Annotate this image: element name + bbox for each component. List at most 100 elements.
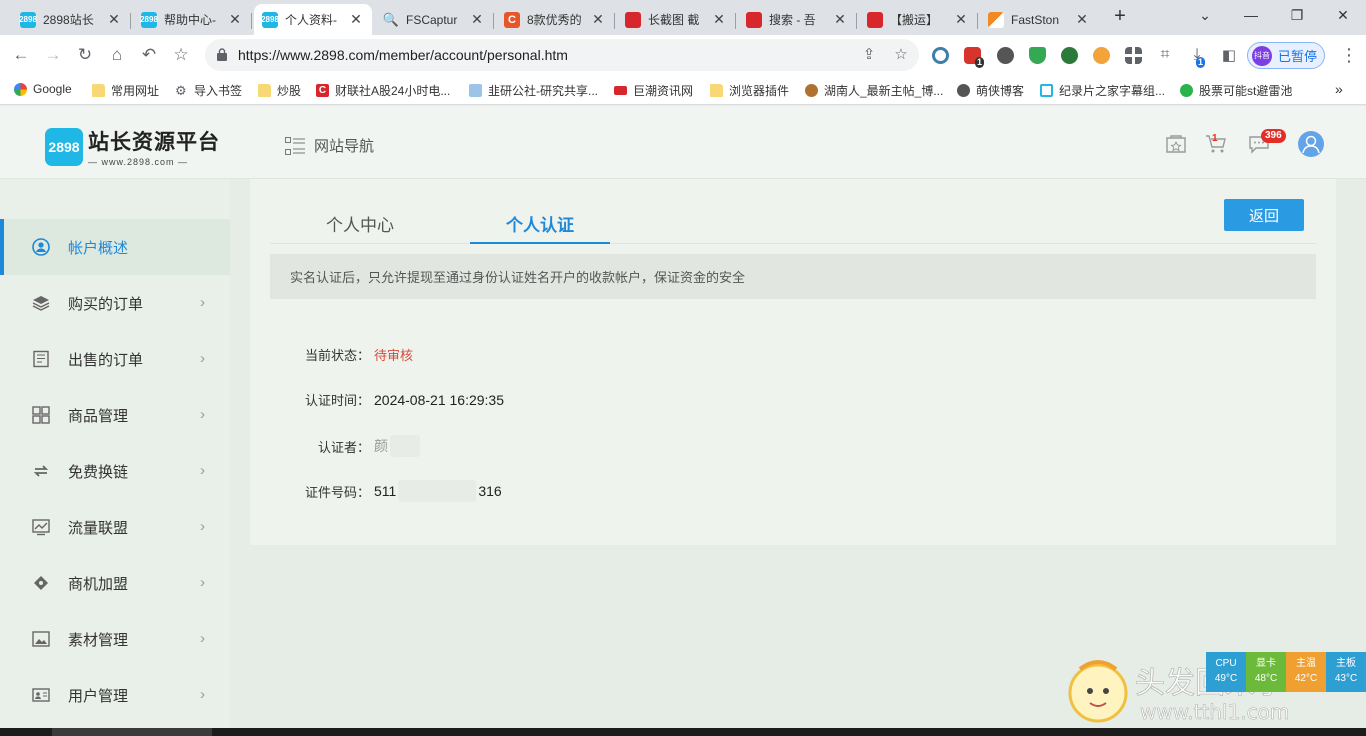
wechat-icon (1180, 84, 1193, 97)
bookmark-item[interactable]: 浏览器插件 (710, 82, 789, 99)
site-logo[interactable]: 2898 站长资源平台 — www.2898.com — (45, 126, 220, 167)
sidebar: 帐户概述 购买的订单 › 出售的订单 › 商品管理 › 免费换链 › 流量联盟 › 商机加… (0, 179, 230, 728)
site-header: 2898 站长资源平台 — www.2898.com — 网站导航 1 396 (0, 106, 1366, 179)
shield-extension-icon[interactable] (1029, 47, 1046, 64)
close-tab-icon[interactable]: ✕ (590, 11, 606, 28)
back-arrow-icon[interactable]: ← (8, 42, 34, 68)
close-tab-icon[interactable]: ✕ (832, 11, 848, 28)
more-bookmarks-chevron-icon[interactable]: » (1335, 81, 1343, 97)
profile-paused-button[interactable]: 抖音 已暂停 (1247, 42, 1325, 69)
user-circle-icon (32, 238, 50, 256)
sidebar-item-business-franchise[interactable]: 商机加盟 › (0, 555, 230, 611)
browser-tab[interactable]: 2898 帮助中心- ✕ (133, 4, 252, 35)
crop-icon[interactable]: ⌗ (1152, 42, 1178, 68)
browser-tab[interactable]: 2898 2898站长 ✕ (12, 4, 131, 35)
extension-icon[interactable] (1061, 47, 1078, 64)
bookmark-item[interactable]: 纪录片之家字幕组... (1040, 82, 1165, 99)
bookmark-item[interactable]: 巨潮资讯网 (614, 82, 693, 99)
tab-personal-auth[interactable]: 个人认证 (470, 211, 610, 244)
browser-tab-active[interactable]: 2898 个人资料- ✕ (254, 4, 372, 35)
bookmark-item[interactable]: 常用网址 (92, 82, 159, 99)
extension-icon[interactable] (932, 47, 949, 64)
site-favicon-icon (988, 11, 1004, 28)
apps-grid-icon[interactable] (1125, 47, 1142, 64)
bookmark-item[interactable]: 韭研公社-研究共享... (469, 82, 598, 99)
google-icon (14, 82, 27, 96)
sidebar-item-free-link-exchange[interactable]: 免费换链 › (0, 443, 230, 499)
minimize-button[interactable]: — (1228, 0, 1274, 30)
close-tab-icon[interactable]: ✕ (469, 11, 485, 28)
sidebar-item-material-management[interactable]: 素材管理 › (0, 611, 230, 667)
close-tab-icon[interactable]: ✕ (711, 11, 727, 28)
close-tab-icon[interactable]: ✕ (1074, 11, 1090, 28)
tab-search-chevron-icon[interactable]: ⌄ (1182, 0, 1228, 30)
browser-tab[interactable]: 🔍 FSCaptur ✕ (375, 4, 494, 35)
browser-tab[interactable]: FastSton ✕ (980, 4, 1098, 35)
document-icon (32, 350, 50, 368)
sidebar-item-account-overview[interactable]: 帐户概述 (0, 219, 230, 275)
tv-icon (1040, 84, 1053, 97)
site-icon (469, 84, 482, 97)
bookmark-item[interactable]: C 财联社A股24小时电... (316, 82, 450, 99)
star-icon[interactable]: ☆ (891, 45, 911, 65)
id-number-row: 证件号码： 511 316 (280, 480, 502, 502)
id-number-prefix: 511 (374, 483, 397, 499)
logo-subtitle: — www.2898.com — (88, 157, 189, 167)
sidebar-item-sold-orders[interactable]: 出售的订单 › (0, 331, 230, 387)
browser-tab[interactable]: C 8款优秀的 ✕ (496, 4, 615, 35)
sidebar-item-traffic-alliance[interactable]: 流量联盟 › (0, 499, 230, 555)
browser-tab-strip: 2898 2898站长 ✕ 2898 帮助中心- ✕ 2898 个人资料- ✕ … (0, 0, 1366, 35)
close-tab-icon[interactable]: ✕ (348, 11, 364, 28)
favorites-icon[interactable] (1164, 132, 1188, 156)
diamond-tag-icon (32, 574, 50, 592)
new-tab-button[interactable]: + (1108, 5, 1132, 29)
extension-icon[interactable] (997, 47, 1014, 64)
bookmark-star-icon[interactable]: ☆ (168, 42, 194, 68)
os-taskbar (0, 728, 1366, 736)
forward-arrow-icon[interactable]: → (40, 42, 66, 68)
close-window-button[interactable]: ✕ (1320, 0, 1366, 30)
sidebar-item-product-management[interactable]: 商品管理 › (0, 387, 230, 443)
browser-tab[interactable]: 【搬运】 ✕ (859, 4, 978, 35)
home-icon[interactable]: ⌂ (104, 42, 130, 68)
sidebar-item-user-management[interactable]: 用户管理 › (0, 667, 230, 723)
url-text[interactable]: https://www.2898.com/member/account/pers… (238, 47, 568, 63)
chart-monitor-icon (32, 518, 50, 536)
menu-kebab-icon[interactable]: ⋮ (1340, 45, 1358, 66)
close-tab-icon[interactable]: ✕ (227, 11, 243, 28)
browser-tab[interactable]: 搜索 - 吾 ✕ (738, 4, 857, 35)
back-button[interactable]: 返回 (1224, 199, 1304, 231)
user-avatar[interactable] (1298, 131, 1324, 157)
close-tab-icon[interactable]: ✕ (106, 11, 122, 28)
chevron-right-icon: › (200, 574, 205, 591)
lock-icon (217, 48, 227, 61)
undo-icon[interactable]: ↶ (136, 42, 162, 68)
auth-time-row: 认证时间： 2024-08-21 16:29:35 (304, 391, 504, 409)
bookmark-item[interactable]: ⚙ 导入书签 (175, 82, 242, 99)
bookmark-item[interactable]: 湖南人_最新主帖_博... (805, 82, 943, 99)
reload-icon[interactable]: ↻ (72, 42, 98, 68)
bookmark-item[interactable]: 炒股 (258, 82, 301, 99)
tab-personal-center[interactable]: 个人中心 (290, 211, 430, 244)
auth-notice: 实名认证后，只允许提现至通过身份认证姓名开户的收款帐户，保证资金的安全 (270, 254, 1316, 299)
sidebar-item-purchased-orders[interactable]: 购买的订单 › (0, 275, 230, 331)
hw-gpu: 显卡 48°C (1246, 652, 1286, 692)
share-icon[interactable]: ⇪ (859, 45, 879, 65)
close-tab-icon[interactable]: ✕ (953, 11, 969, 28)
site-favicon-icon (746, 11, 762, 28)
site-nav-button[interactable]: 网站导航 (285, 135, 374, 156)
restore-button[interactable]: ❐ (1274, 0, 1320, 30)
bookmark-item[interactable]: 萌侠博客 (957, 82, 1024, 99)
weibo-extension-icon[interactable] (1093, 47, 1110, 64)
chevron-right-icon: › (200, 686, 205, 703)
svg-text:www.tthl1.com: www.tthl1.com (1140, 700, 1289, 724)
chevron-right-icon: › (200, 294, 205, 311)
browser-tab[interactable]: 长截图 截 ✕ (617, 4, 736, 35)
site-favicon-icon: 2898 (261, 11, 279, 28)
taskbar-item[interactable] (52, 728, 212, 736)
bookmark-item[interactable]: 股票可能st避雷池 (1180, 82, 1292, 99)
bookmark-item[interactable]: Google (14, 82, 72, 96)
address-bar[interactable]: https://www.2898.com/member/account/pers… (205, 39, 919, 71)
nav-list-icon (285, 136, 305, 155)
sidebar-toggle-icon[interactable]: ◧ (1216, 42, 1242, 68)
